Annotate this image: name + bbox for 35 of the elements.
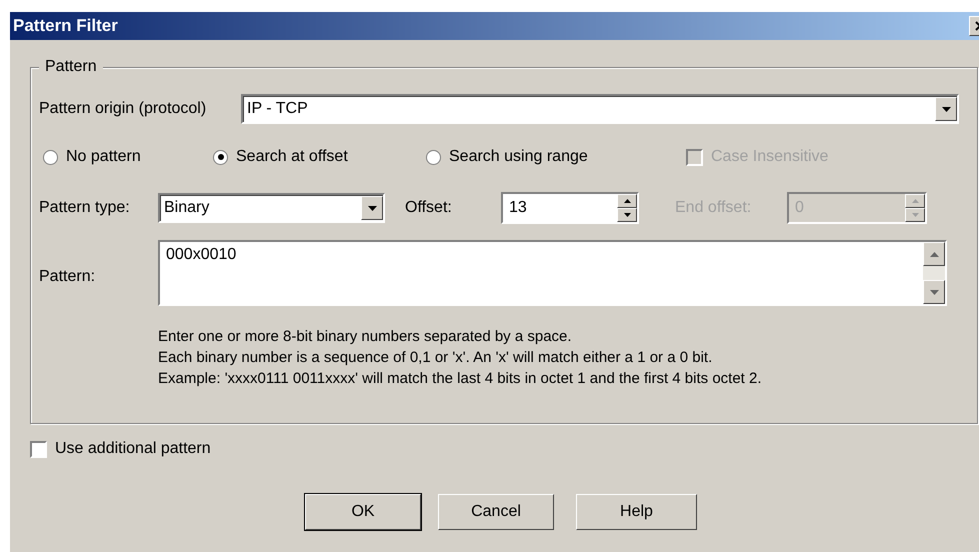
field-label: Pattern origin (protocol) [39,100,208,118]
down-arrow-icon [912,213,918,217]
radio-option[interactable]: No pattern [43,148,213,166]
caret-icon [361,196,383,220]
offset-spinner[interactable]: 13 [501,192,639,224]
radio-button[interactable] [426,150,441,164]
up-arrow-icon [912,199,918,203]
dialog-button[interactable]: Help [576,494,697,530]
caret-icon [935,97,957,121]
up-arrow-icon [930,252,938,256]
field-label: Pattern type: [39,199,131,217]
radio-button[interactable] [43,150,58,164]
pattern-type-dropdown[interactable]: Binary [158,193,385,223]
protocol-dropdown[interactable]: IP - TCP [241,94,959,124]
radio-option[interactable]: Search using range [426,148,686,166]
help-text: Enter one or more 8-bit binary numbers separated by a space. [158,327,572,347]
spin-up-button[interactable] [617,194,637,208]
help-text: Example: 'xxxx0111 0011xxxx' will match the last 4 bits in octet 1 and the first 4 bits octet 2. [158,369,762,389]
down-arrow-icon [624,213,630,217]
scroll-up-button[interactable] [923,242,945,266]
radio-option[interactable]: Search at offset [213,148,426,166]
scrollbar[interactable] [923,242,945,304]
pattern-field[interactable]: 000x0010 [158,240,947,306]
window-title: Pattern Filter [13,16,118,36]
field-label: Offset: [405,199,453,217]
use-additional-pattern-checkbox[interactable]: Use additional pattern [30,440,979,458]
help-text: Each binary number is a sequence of 0,1 or 'x'. An 'x' will match either a 1 or a 0 bit. [158,348,712,368]
down-arrow-icon [930,290,938,294]
dialog-button[interactable]: Cancel [438,494,554,530]
radio-button[interactable] [213,150,228,164]
scroll-down-button[interactable] [923,280,945,304]
dialog-button[interactable]: OK [305,494,421,530]
spin-down-button[interactable] [617,208,637,222]
field-label: Pattern: [39,267,96,287]
up-arrow-icon [624,199,630,203]
